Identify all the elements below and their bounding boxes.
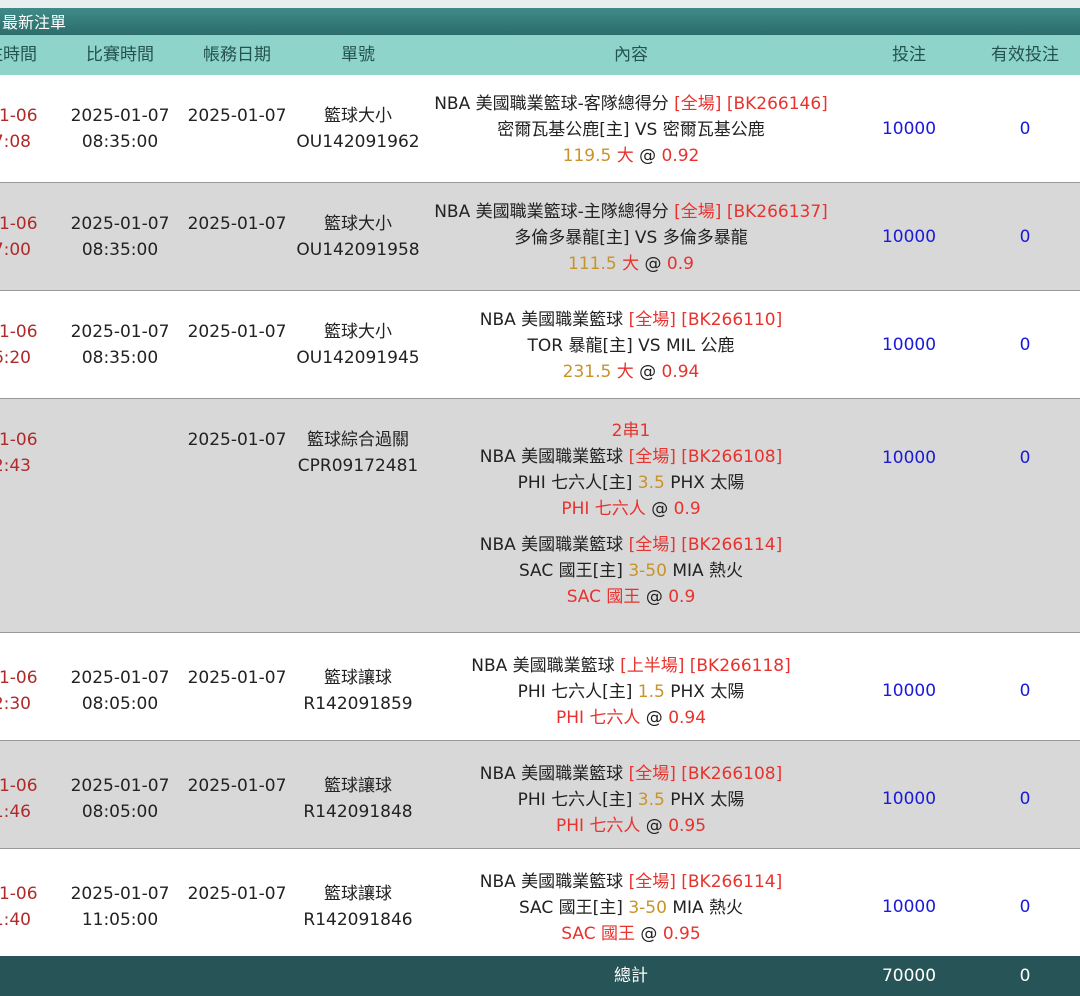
bet-amount: 10000	[881, 897, 937, 917]
table-footer: 總計 70000 0	[0, 956, 1080, 996]
table-row: -01-0656:20 2025-01-0708:35:00 2025-01-0…	[0, 291, 1080, 399]
top-strip	[0, 0, 1080, 8]
match-time: 2025-01-07 08:35:00	[70, 322, 170, 368]
account-date: 2025-01-07	[187, 884, 287, 904]
bet-content: NBA 美國職業籃球-客隊總得分 [全場] [BK266146] 密爾瓦基公鹿[…	[434, 94, 828, 166]
table-body: -01-0657:08 2025-01-0708:35:00 2025-01-0…	[0, 75, 1080, 957]
bet-amount: 10000	[881, 448, 937, 468]
ticket-id: CPR09172481	[297, 456, 419, 476]
table-row: -01-0652:43 2025-01-07 籃球綜合過關CPR09172481…	[0, 399, 1080, 633]
bet-time: -01-0651:46	[0, 776, 38, 822]
bet-amount: 10000	[881, 681, 937, 701]
bet-content: NBA 美國職業籃球-主隊總得分 [全場] [BK266137] 多倫多暴龍[主…	[434, 202, 828, 274]
table-row: -01-0652:30 2025-01-0708:05:00 2025-01-0…	[0, 633, 1080, 741]
col-header-content: 內容	[614, 45, 648, 65]
parlay-leg: NBA 美國職業籃球 [全場] [BK266114] SAC 國王[主] 3-5…	[479, 535, 783, 607]
ticket-info: 籃球大小 OU142091962	[290, 103, 426, 155]
account-date: 2025-01-07	[187, 668, 287, 688]
valid-bet-amount: 0	[1019, 335, 1031, 355]
bet-amount: 10000	[881, 227, 937, 247]
col-header-bet-time: 注時間	[0, 45, 37, 65]
footer-total-label: 總計	[614, 966, 648, 986]
table-row: -01-0651:46 2025-01-0708:05:00 2025-01-0…	[0, 741, 1080, 849]
col-header-ticket-id: 單號	[341, 45, 375, 65]
account-date: 2025-01-07	[187, 430, 287, 450]
parlay-leg: NBA 美國職業籃球 [全場] [BK266108] PHI 七六人[主] 3.…	[479, 447, 783, 519]
bet-time: -01-0652:30	[0, 668, 38, 714]
ticket-id: R142091846	[303, 910, 413, 930]
bet-time: -01-0652:43	[0, 430, 38, 476]
valid-bet-amount: 0	[1019, 897, 1031, 917]
account-date: 2025-01-07	[187, 776, 287, 796]
bet-content: NBA 美國職業籃球 [上半場] [BK266118] PHI 七六人[主] 1…	[471, 656, 791, 728]
bet-time: -01-0657:00	[0, 214, 38, 260]
ticket-info: 籃球大小 OU142091958	[290, 211, 426, 263]
valid-bet-amount: 0	[1019, 119, 1031, 139]
ticket-info: 籃球讓球 R142091859	[290, 665, 426, 717]
account-date: 2025-01-07	[187, 322, 287, 342]
valid-bet-amount: 0	[1019, 681, 1031, 701]
ticket-info: 籃球讓球 R142091848	[290, 773, 426, 825]
table-header: 注時間 比賽時間 帳務日期 單號 內容 投注 有效投注	[0, 35, 1080, 75]
bet-content: NBA 美國職業籃球 [全場] [BK266110] TOR 暴龍[主] VS …	[479, 310, 783, 382]
table-row: -01-0657:00 2025-01-0708:35:00 2025-01-0…	[0, 183, 1080, 291]
match-time: 2025-01-07 08:35:00	[70, 106, 170, 152]
ticket-id: OU142091945	[296, 348, 420, 368]
valid-bet-amount: 0	[1019, 789, 1031, 809]
valid-bet-amount: 0	[1019, 448, 1031, 468]
bet-amount: 10000	[881, 119, 937, 139]
col-header-valid-bet: 有效投注	[991, 45, 1059, 65]
bet-amount: 10000	[881, 335, 937, 355]
col-header-bet: 投注	[892, 45, 926, 65]
bet-amount: 10000	[881, 789, 937, 809]
bet-content: NBA 美國職業籃球 [全場] [BK266114] SAC 國王[主] 3-5…	[479, 872, 783, 944]
footer-valid-total: 0	[1019, 966, 1031, 986]
account-date: 2025-01-07	[187, 106, 287, 126]
col-header-match-time: 比賽時間	[86, 45, 154, 65]
match-time: 2025-01-07 11:05:00	[70, 884, 170, 930]
table-row: -01-0657:08 2025-01-0708:35:00 2025-01-0…	[0, 75, 1080, 183]
ticket-id: OU142091962	[296, 132, 420, 152]
parlay-label: 2串1	[611, 421, 651, 441]
bet-time: -01-0657:08	[0, 106, 38, 152]
ticket-id: OU142091958	[296, 240, 420, 260]
panel-title: 最新注單	[0, 8, 1080, 35]
ticket-id: R142091848	[303, 802, 413, 822]
footer-bet-total: 70000	[881, 966, 937, 986]
ticket-id: R142091859	[303, 694, 413, 714]
valid-bet-amount: 0	[1019, 227, 1031, 247]
match-time: 2025-01-07 08:05:00	[70, 776, 170, 822]
ticket-info: 籃球大小 OU142091945	[290, 319, 426, 371]
col-header-account-date: 帳務日期	[203, 45, 271, 65]
bet-time: -01-0656:20	[0, 322, 38, 368]
account-date: 2025-01-07	[187, 214, 287, 234]
match-time: 2025-01-07 08:05:00	[70, 668, 170, 714]
ticket-info: 籃球讓球 R142091846	[290, 881, 426, 933]
ticket-info: 籃球綜合過關 CPR09172481	[290, 427, 426, 479]
match-time: 2025-01-07 08:35:00	[70, 214, 170, 260]
table-row: -01-0651:40 2025-01-0711:05:00 2025-01-0…	[0, 849, 1080, 957]
bet-content: 2串1 NBA 美國職業籃球 [全場] [BK266108] PHI 七六人[主…	[420, 418, 842, 610]
bet-time: -01-0651:40	[0, 884, 38, 930]
bet-content: NBA 美國職業籃球 [全場] [BK266108] PHI 七六人[主] 3.…	[479, 764, 783, 836]
